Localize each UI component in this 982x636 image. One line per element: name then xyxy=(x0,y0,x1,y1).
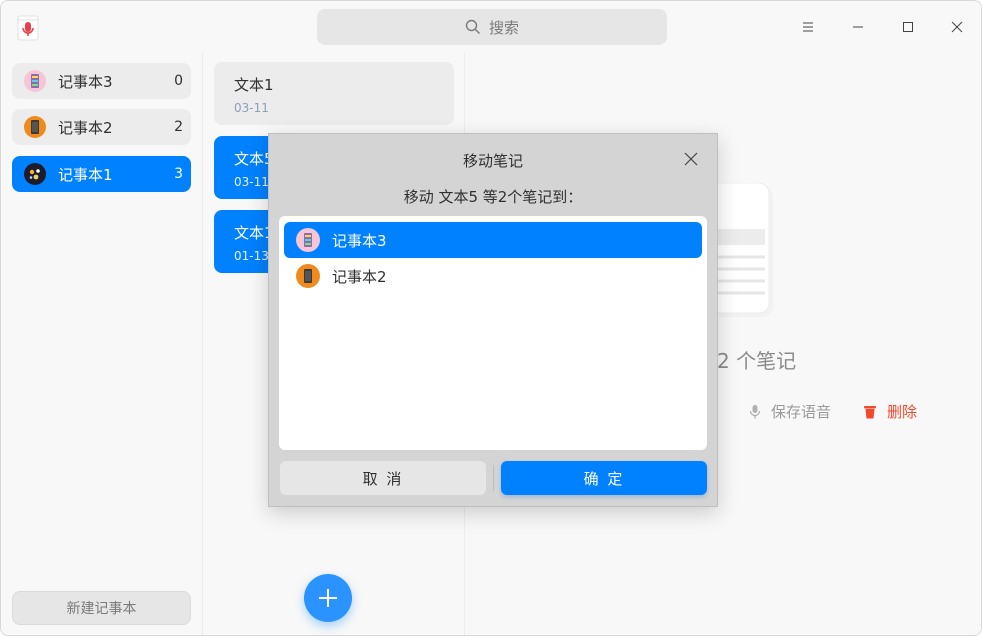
close-window-button[interactable] xyxy=(945,15,969,39)
search-icon xyxy=(465,19,480,34)
notebook-item-2[interactable]: 记事本2 2 xyxy=(12,109,191,145)
move-notes-dialog: 移动笔记 移动 文本5 等2个笔记到： 记事本3 记事本2 取 消 确 定 xyxy=(268,133,718,507)
app-window: 搜索 记事本3 0 记事本2 2 记事本1 3 新建记事本 文本1 03-11 … xyxy=(0,0,982,636)
target-notebook-item[interactable]: 记事本2 xyxy=(284,258,702,294)
confirm-button[interactable]: 确 定 xyxy=(501,461,707,495)
target-notebook-name: 记事本2 xyxy=(332,267,387,286)
dialog-close-button[interactable] xyxy=(683,151,699,167)
selection-count: 2 个笔记 xyxy=(717,349,797,373)
delete-button[interactable]: 删除 xyxy=(863,401,917,422)
notebook-count: 2 xyxy=(174,119,183,135)
maximize-button[interactable] xyxy=(896,15,920,39)
minimize-button[interactable] xyxy=(846,15,870,39)
notebook-count: 3 xyxy=(174,166,183,182)
minimize-icon xyxy=(853,26,863,28)
save-voice-button[interactable]: 保存语音 xyxy=(749,401,831,422)
target-notebook-list: 记事本3 记事本2 xyxy=(279,216,707,450)
dialog-message: 移动 文本5 等2个笔记到： xyxy=(403,188,583,206)
plus-icon xyxy=(319,589,337,607)
note-item[interactable]: 文本1 03-11 xyxy=(214,62,454,125)
button-divider xyxy=(493,465,494,491)
target-notebook-item[interactable]: 记事本3 xyxy=(284,222,702,258)
notebook-name: 记事本1 xyxy=(58,165,113,184)
microphone-icon xyxy=(749,404,761,418)
save-voice-label: 保存语音 xyxy=(771,403,832,421)
add-note-button[interactable] xyxy=(304,574,352,622)
close-icon xyxy=(951,21,963,33)
notebook-sidebar: 记事本3 0 记事本2 2 记事本1 3 新建记事本 xyxy=(1,53,203,635)
cancel-button[interactable]: 取 消 xyxy=(280,461,486,495)
search-placeholder: 搜索 xyxy=(488,18,519,37)
notebook-name: 记事本3 xyxy=(58,72,113,91)
hamburger-menu-icon xyxy=(803,22,813,32)
notebook-avatar-icon xyxy=(296,228,320,252)
notebook-avatar-icon xyxy=(24,70,46,92)
note-date: 03-11 xyxy=(234,101,269,115)
notebook-avatar-icon xyxy=(296,264,320,288)
notebook-item-3[interactable]: 记事本3 0 xyxy=(12,63,191,99)
notebook-count: 0 xyxy=(174,73,183,89)
note-title: 文本1 xyxy=(234,76,274,94)
close-icon xyxy=(684,152,698,166)
notebook-avatar-icon xyxy=(24,116,46,138)
notebook-name: 记事本2 xyxy=(58,118,113,137)
target-notebook-name: 记事本3 xyxy=(332,231,387,250)
trash-icon xyxy=(864,405,876,418)
menu-button[interactable] xyxy=(796,15,820,39)
maximize-icon xyxy=(903,22,913,32)
dialog-title: 移动笔记 xyxy=(462,152,523,170)
title-bar: 搜索 xyxy=(1,1,981,53)
delete-label: 删除 xyxy=(887,403,918,421)
new-notebook-button[interactable]: 新建记事本 xyxy=(12,591,191,625)
notebook-item-1[interactable]: 记事本1 3 xyxy=(12,156,191,192)
voice-notes-app-icon xyxy=(17,15,39,41)
search-box[interactable]: 搜索 xyxy=(317,9,667,45)
notebook-avatar-icon xyxy=(24,163,46,185)
